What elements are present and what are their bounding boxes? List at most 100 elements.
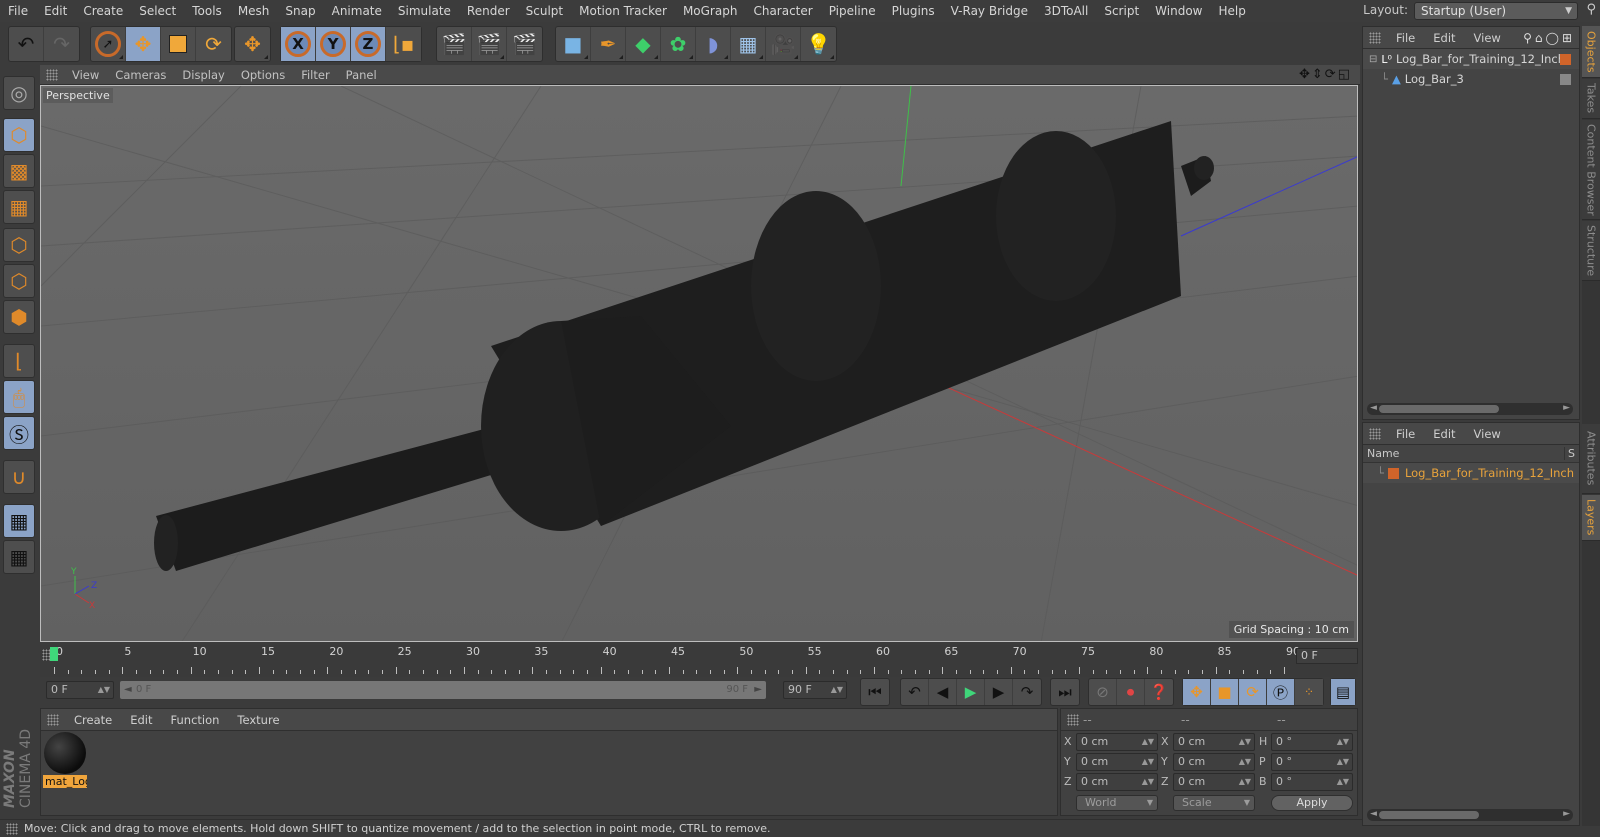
point-level-anim-button[interactable]: ⁘ <box>1295 679 1323 705</box>
layer-name[interactable]: Log_Bar_for_Training_12_Inch <box>1405 466 1574 480</box>
menu-mesh[interactable]: Mesh <box>230 4 278 18</box>
layers-menu-file[interactable]: File <box>1387 427 1424 441</box>
viewport-menu-options[interactable]: Options <box>233 68 293 82</box>
menu-plugins[interactable]: Plugins <box>884 4 943 18</box>
edges-mode-button[interactable]: ⬡ <box>3 264 35 298</box>
range-right-arrow[interactable]: ► <box>754 681 762 699</box>
eye-icon[interactable]: ◯ <box>1546 31 1562 45</box>
objects-menu-view[interactable]: View <box>1465 31 1510 45</box>
live-selection-button[interactable]: ➚ <box>91 27 126 61</box>
viewport-menu-cameras[interactable]: Cameras <box>107 68 174 82</box>
workplane-align-button[interactable]: ▦ <box>3 540 35 574</box>
menu-motion-tracker[interactable]: Motion Tracker <box>571 4 675 18</box>
texture-tag-icon[interactable] <box>1560 73 1571 85</box>
home-icon[interactable]: ⌂ <box>1535 31 1546 45</box>
material-menu-texture[interactable]: Texture <box>228 713 288 727</box>
objects-menu-edit[interactable]: Edit <box>1424 31 1464 45</box>
viewport-menu-display[interactable]: Display <box>174 68 232 82</box>
coordinate-system-button[interactable]: ⌊▪ <box>386 27 421 61</box>
grip-icon[interactable] <box>47 713 59 726</box>
menu-vray-bridge[interactable]: V-Ray Bridge <box>943 4 1036 18</box>
layers-horizontal-scrollbar[interactable]: ◄ ► <box>1367 809 1573 821</box>
menu-snap[interactable]: Snap <box>277 4 323 18</box>
pan-icon[interactable]: ✥ <box>1299 67 1312 82</box>
parameter-key-button[interactable]: Ⓟ <box>1267 679 1295 705</box>
collapse-icon[interactable]: ⊟ <box>1369 54 1377 65</box>
model-mode-button[interactable]: ⬡ <box>3 118 35 152</box>
rotate-tool-button[interactable]: ⟳ <box>196 27 231 61</box>
menu-tools[interactable]: Tools <box>184 4 230 18</box>
object-row-log-bar-3[interactable]: └ ▲ Log_Bar_3 <box>1363 69 1579 89</box>
column-name[interactable]: Name <box>1367 447 1399 460</box>
snap-button[interactable]: ∪ <box>3 460 35 494</box>
layout-select[interactable]: Startup (User) ▼ <box>1414 2 1578 20</box>
material-menu-create[interactable]: Create <box>65 713 121 727</box>
size-z-field[interactable]: 0 cm ▲▼ <box>1173 773 1255 791</box>
layer-color-swatch[interactable] <box>1387 467 1399 479</box>
perspective-viewport[interactable]: Y X Z Perspective Grid Spacing : 10 cm <box>40 85 1358 642</box>
play-button[interactable]: ▶ <box>957 679 985 705</box>
scale-key-button[interactable]: ■ <box>1211 679 1239 705</box>
workplane-lock-button[interactable]: ▦ <box>3 504 35 538</box>
apply-button[interactable]: Apply <box>1271 795 1353 811</box>
menu-help[interactable]: Help <box>1210 4 1253 18</box>
menu-render[interactable]: Render <box>459 4 518 18</box>
new-panel-icon[interactable]: ⊞ <box>1562 31 1575 45</box>
coordinate-mode-select[interactable]: World ▼ <box>1076 795 1158 811</box>
menu-mograph[interactable]: MoGraph <box>675 4 746 18</box>
tab-structure[interactable]: Structure <box>1582 221 1600 281</box>
cube-button[interactable]: ■ <box>556 27 591 61</box>
polygons-mode-button[interactable]: ⬢ <box>3 300 35 334</box>
y-axis-lock-button[interactable]: Y <box>316 27 351 61</box>
scale-tool-button[interactable] <box>161 27 196 61</box>
grip-icon[interactable] <box>6 822 18 835</box>
rot-p-field[interactable]: 0 ° ▲▼ <box>1271 753 1353 771</box>
object-name[interactable]: Log_Bar_for_Training_12_Inch <box>1396 52 1565 66</box>
column-s[interactable]: S <box>1564 447 1575 460</box>
undo-button[interactable]: ↶ <box>9 27 44 61</box>
rot-b-field[interactable]: 0 ° ▲▼ <box>1271 773 1353 791</box>
end-frame-field[interactable]: 90 F ▲▼ <box>783 681 847 699</box>
object-name[interactable]: Log_Bar_3 <box>1405 72 1464 86</box>
material-menu-edit[interactable]: Edit <box>121 713 161 727</box>
material-item[interactable]: mat_Log <box>43 731 87 791</box>
grip-icon[interactable] <box>1067 713 1079 726</box>
frame-range-slider[interactable]: ◄ 0 F 90 F ► <box>120 681 766 699</box>
next-key-button[interactable]: ↷ <box>1013 679 1041 705</box>
grip-icon[interactable] <box>1369 31 1381 44</box>
tweak-mode-button[interactable]: 🖱 <box>3 380 35 414</box>
next-frame-button[interactable]: ▶ <box>985 679 1013 705</box>
viewport-menu-panel[interactable]: Panel <box>338 68 385 82</box>
material-name[interactable]: mat_Log <box>43 775 87 788</box>
objects-horizontal-scrollbar[interactable]: ◄ ► <box>1367 403 1573 415</box>
camera-label[interactable]: Perspective <box>43 88 113 103</box>
pen-button[interactable]: ✒ <box>591 27 626 61</box>
menu-character[interactable]: Character <box>745 4 820 18</box>
redo-button[interactable]: ↷ <box>44 27 79 61</box>
menu-sculpt[interactable]: Sculpt <box>518 4 571 18</box>
menu-window[interactable]: Window <box>1147 4 1210 18</box>
previous-key-button[interactable]: ↶ <box>901 679 929 705</box>
start-frame-field[interactable]: 0 F ▲▼ <box>46 681 114 699</box>
render-settings-button[interactable]: 🎬 <box>507 27 542 61</box>
workplane-mode-button[interactable]: ▦ <box>3 190 35 224</box>
rotation-key-button[interactable]: ⟳ <box>1239 679 1267 705</box>
cloner-button[interactable]: ✿ <box>661 27 696 61</box>
record-button[interactable]: ⏺ <box>1117 679 1145 705</box>
menu-edit[interactable]: Edit <box>36 4 75 18</box>
points-mode-button[interactable]: ⬡ <box>3 228 35 262</box>
menu-select[interactable]: Select <box>131 4 184 18</box>
timeline-button[interactable]: ▤ <box>1330 678 1356 706</box>
objects-menu-file[interactable]: File <box>1387 31 1424 45</box>
position-key-button[interactable]: ✥ <box>1183 679 1211 705</box>
keyframe-selection-button[interactable]: ❓ <box>1145 679 1173 705</box>
search-icon[interactable]: ⚲ <box>1523 31 1535 45</box>
layer-color-swatch[interactable] <box>1560 53 1571 65</box>
texture-mode-button[interactable]: ▩ <box>3 154 35 188</box>
zoom-icon[interactable]: ⇕ <box>1312 67 1325 82</box>
current-frame-field[interactable]: 0 F <box>1296 648 1358 664</box>
playhead[interactable] <box>50 647 58 661</box>
material-menu-function[interactable]: Function <box>162 713 229 727</box>
size-x-field[interactable]: 0 cm ▲▼ <box>1173 733 1255 751</box>
deformer-button[interactable]: ◗ <box>696 27 731 61</box>
